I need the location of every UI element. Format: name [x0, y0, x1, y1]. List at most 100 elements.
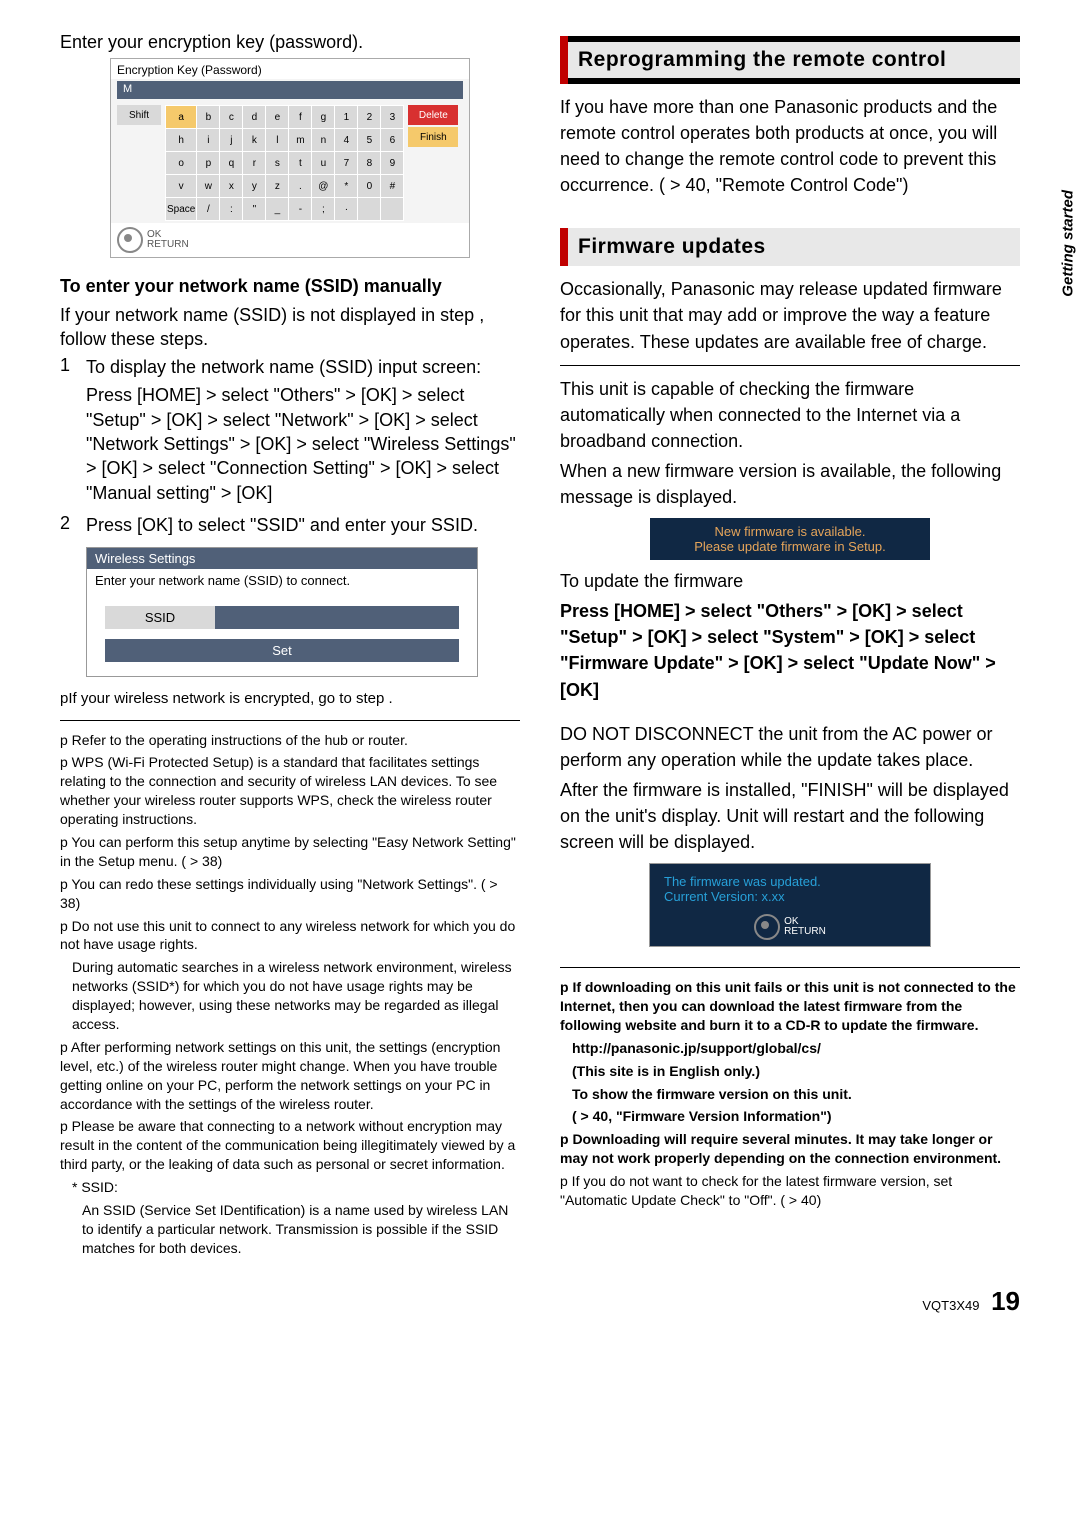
kbd-key[interactable]: p — [197, 152, 220, 175]
left-column: Enter your encryption key (password). En… — [60, 30, 520, 1262]
kbd-key[interactable]: * — [335, 175, 358, 198]
ssid-label: SSID — [105, 606, 215, 629]
kbd-key[interactable]: y — [243, 175, 266, 198]
kbd-key[interactable]: s — [266, 152, 289, 175]
kbd-key[interactable]: w — [197, 175, 220, 198]
kbd-key[interactable]: m — [289, 129, 312, 152]
dl-fail-show: To show the firmware version on this uni… — [560, 1085, 1020, 1104]
kbd-key[interactable]: b — [197, 106, 220, 129]
kbd-shift[interactable]: Shift — [117, 105, 161, 125]
section-firmware: Firmware updates — [560, 228, 1020, 266]
footer-code: VQT3X49 — [922, 1298, 979, 1313]
right-column: Reprogramming the remote control If you … — [560, 30, 1020, 1262]
reprog-body: If you have more than one Panasonic prod… — [560, 94, 1020, 198]
dl-fail: p If downloading on this unit fails or t… — [560, 978, 1020, 1035]
kbd-key[interactable]: " — [243, 198, 266, 221]
kbd-key[interactable]: q — [220, 152, 243, 175]
kbd-key[interactable]: 5 — [358, 129, 381, 152]
kbd-key[interactable]: d — [243, 106, 266, 129]
kbd-key[interactable]: - — [289, 198, 312, 221]
note-enc: p After performing network settings on t… — [60, 1038, 520, 1114]
separator — [560, 967, 1020, 968]
fw-p2: This unit is capable of checking the fir… — [560, 376, 1020, 454]
kbd-key[interactable]: c — [220, 106, 243, 129]
kbd-key[interactable]: : — [220, 198, 243, 221]
kbd-key[interactable]: 2 — [358, 106, 381, 129]
ssid-set-button[interactable]: Set — [105, 639, 459, 662]
kbd-key[interactable]: o — [166, 152, 197, 175]
step-1-lead: To display the network name (SSID) input… — [86, 355, 520, 379]
kbd-key[interactable]: 0 — [358, 175, 381, 198]
ssid-star-head: * SSID: — [60, 1178, 520, 1197]
update-path: Press [HOME] > select "Others" > [OK] > … — [560, 598, 1020, 702]
kbd-key[interactable]: z — [266, 175, 289, 198]
dl-long: p Downloading will require several minut… — [560, 1130, 1020, 1168]
ok-icon — [117, 227, 143, 253]
kbd-key[interactable]: 9 — [381, 152, 404, 175]
kbd-key[interactable]: 1 — [335, 106, 358, 129]
kbd-key[interactable]: Space — [166, 198, 197, 221]
step-1-body: Press [HOME] > select "Others" > [OK] > … — [86, 383, 520, 504]
kbd-key[interactable]: # — [381, 175, 404, 198]
kbd-key[interactable]: · — [335, 198, 358, 221]
after-install: After the firmware is installed, "FINISH… — [560, 777, 1020, 855]
ssid-value[interactable] — [215, 606, 459, 629]
ssid-star-body: An SSID (Service Set IDentification) is … — [60, 1201, 520, 1258]
dl-fail-url: http://panasonic.jp/support/global/cs/ — [560, 1039, 1020, 1058]
kbd-key[interactable]: a — [166, 106, 197, 129]
kbd-key[interactable]: l — [266, 129, 289, 152]
kbd-delete[interactable]: Delete — [408, 105, 458, 125]
kbd-key — [358, 198, 381, 221]
manual-heading: To enter your network name (SSID) manual… — [60, 274, 520, 298]
step-2-body: Press [OK] to select "SSID" and enter yo… — [86, 513, 520, 537]
banner-line2: Please update firmware in Setup. — [670, 539, 910, 554]
ssid-screenshot: Wireless Settings Enter your network nam… — [86, 547, 478, 677]
kbd-key[interactable]: f — [289, 106, 312, 129]
dl-auto: p If you do not want to check for the la… — [560, 1172, 1020, 1210]
kbd-key[interactable]: / — [197, 198, 220, 221]
firmware-available-banner: New firmware is available. Please update… — [650, 518, 930, 560]
fw-title: Firmware updates — [568, 228, 1020, 266]
fu-line1: The firmware was updated. — [664, 874, 916, 889]
kbd-key[interactable]: . — [289, 175, 312, 198]
ssid-sub: Enter your network name (SSID) to connec… — [87, 569, 477, 606]
red-bar-icon — [560, 36, 568, 84]
kbd-key[interactable]: 8 — [358, 152, 381, 175]
manual-intro: If your network name (SSID) is not displ… — [60, 303, 520, 352]
note-plain: p Please be aware that connecting to a n… — [60, 1117, 520, 1174]
kbd-finish[interactable]: Finish — [408, 127, 458, 147]
kbd-key[interactable]: g — [312, 106, 335, 129]
ssid-head: Wireless Settings — [87, 548, 477, 569]
note-rights-2: During automatic searches in a wireless … — [60, 958, 520, 1034]
kbd-key[interactable]: u — [312, 152, 335, 175]
kbd-key[interactable]: x — [220, 175, 243, 198]
kbd-key[interactable]: 4 — [335, 129, 358, 152]
note-refer: p Refer to the operating instructions of… — [60, 731, 520, 750]
kbd-key[interactable]: i — [197, 129, 220, 152]
step-1-number: 1 — [60, 355, 72, 509]
kbd-key[interactable]: t — [289, 152, 312, 175]
reprog-title: Reprogramming the remote control — [568, 42, 1020, 78]
kbd-key[interactable]: n — [312, 129, 335, 152]
kbd-key[interactable]: _ — [266, 198, 289, 221]
fu-line2: Current Version: x.xx — [664, 889, 916, 904]
kbd-key[interactable]: h — [166, 129, 197, 152]
kbd-key[interactable]: k — [243, 129, 266, 152]
kbd-key[interactable]: 3 — [381, 106, 404, 129]
separator — [60, 720, 520, 721]
side-tab: Getting started — [1060, 190, 1077, 297]
kbd-key[interactable]: 7 — [335, 152, 358, 175]
kbd-key[interactable]: j — [220, 129, 243, 152]
fw-p3: When a new firmware version is available… — [560, 458, 1020, 510]
encrypted-note: pIf your wireless network is encrypted, … — [60, 689, 520, 709]
kbd-header: Encryption Key (Password) — [111, 59, 469, 79]
red-bar-icon — [560, 228, 568, 266]
kbd-key[interactable]: ; — [312, 198, 335, 221]
kbd-display: M — [117, 81, 463, 99]
kbd-key[interactable]: v — [166, 175, 197, 198]
kbd-key[interactable]: @ — [312, 175, 335, 198]
kbd-key[interactable]: r — [243, 152, 266, 175]
kbd-key[interactable]: 6 — [381, 129, 404, 152]
fu-return: RETURN — [784, 926, 826, 937]
kbd-key[interactable]: e — [266, 106, 289, 129]
